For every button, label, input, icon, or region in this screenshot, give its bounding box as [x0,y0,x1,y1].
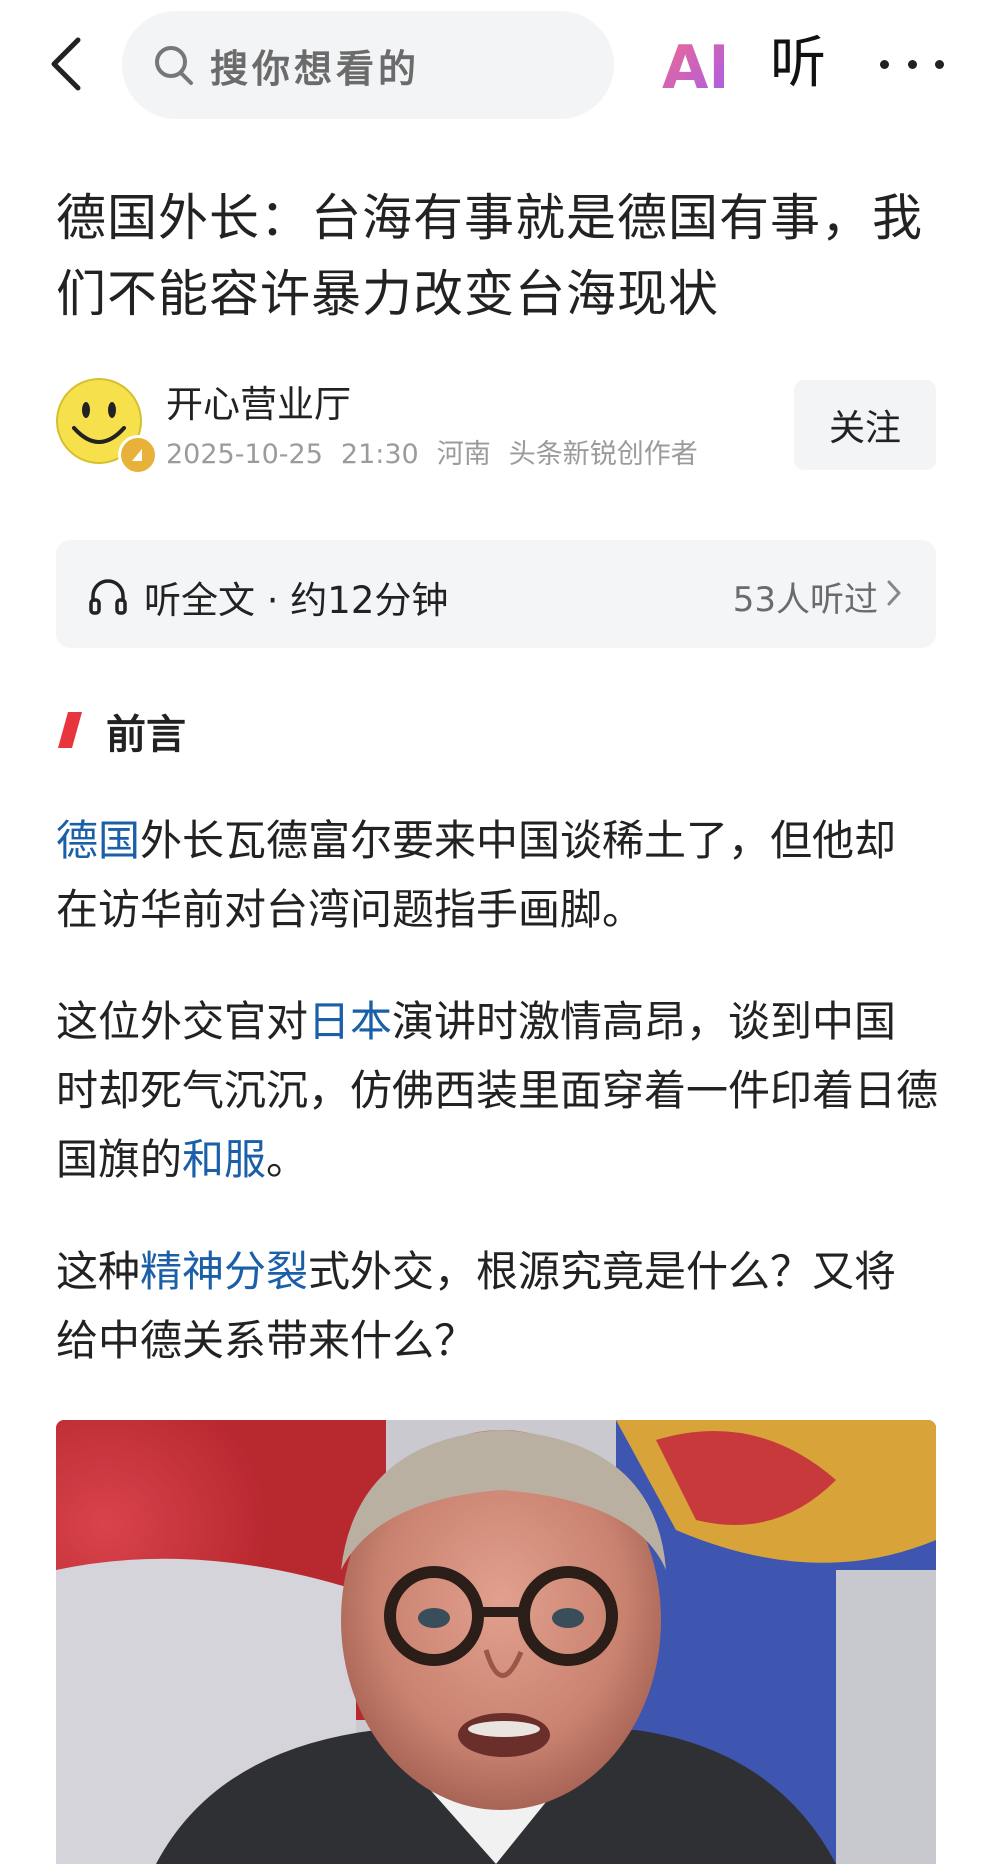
dot-icon [880,59,889,69]
author-role: 头条新锐创作者 [508,439,698,470]
article-photo[interactable] [56,1420,936,1864]
listen-full-text-label: 听全文 · 约12分钟 [144,579,449,622]
dot-icon [907,59,917,69]
article-paragraph: 这种精神分裂式外交，根源究竟是什么？又将给中德关系带来什么？ [56,1237,938,1375]
creator-badge-icon [118,435,158,475]
paragraph-text: 这种 [56,1247,141,1296]
author-name[interactable]: 开心营业厅 [166,374,351,428]
dot-icon [935,59,944,69]
paragraph-text: 这位外交官对 [56,997,309,1046]
author-location: 河南 [436,439,491,470]
section-accent-icon [58,712,82,748]
paragraph-text: 外长瓦德富尔要来中国谈稀土了，但他却在访华前对台湾问题指手画脚。 [56,816,897,934]
search-input[interactable]: 搜你想看的 [122,11,614,119]
author-meta: 2025-10-25 21:30 河南 头条新锐创作者 [166,432,716,471]
listen-full-text-bar[interactable]: 听全文 · 约12分钟 53人听过 [56,540,936,648]
keyword-link[interactable]: 德国 [56,816,140,865]
ai-button[interactable]: AI [662,30,731,103]
article-title: 德国外长：台海有事就是德国有事，我们不能容许暴力改变台海现状 [56,189,923,323]
publish-date: 2025-10-25 [166,439,323,470]
paragraph-text: 。 [266,1135,309,1184]
search-placeholder: 搜你想看的 [210,46,421,91]
ai-icon: AI [662,33,731,103]
article-photo-image [56,1420,936,1864]
listen-button[interactable]: 听 [770,28,826,100]
follow-button[interactable]: 关注 [794,380,936,470]
more-options-button[interactable] [880,34,944,94]
listener-count: 53人听过 [732,580,878,620]
top-bar: 搜你想看的 AI 听 [0,0,986,130]
svg-text:AI: AI [662,33,724,100]
section-title: 前言 [106,712,186,758]
chevron-left-icon [51,37,81,91]
article-paragraph: 这位外交官对日本演讲时激情高昂，谈到中国时却死气沉沉，仿佛西装里面穿着一件印着日… [56,987,938,1194]
keyword-link[interactable]: 精神分裂 [140,1247,308,1296]
author-row: 开心营业厅 2025-10-25 21:30 河南 头条新锐创作者 关注 [56,370,936,480]
publish-time: 21:30 [340,439,419,470]
keyword-link[interactable]: 和服 [182,1135,266,1184]
back-button[interactable] [40,26,92,102]
keyword-link[interactable]: 日本 [308,997,392,1046]
headphone-icon [89,579,127,615]
chevron-right-icon [887,580,901,606]
article-paragraph: 德国外长瓦德富尔要来中国谈稀土了，但他却在访华前对台湾问题指手画脚。 [56,806,938,944]
search-icon [152,43,196,87]
